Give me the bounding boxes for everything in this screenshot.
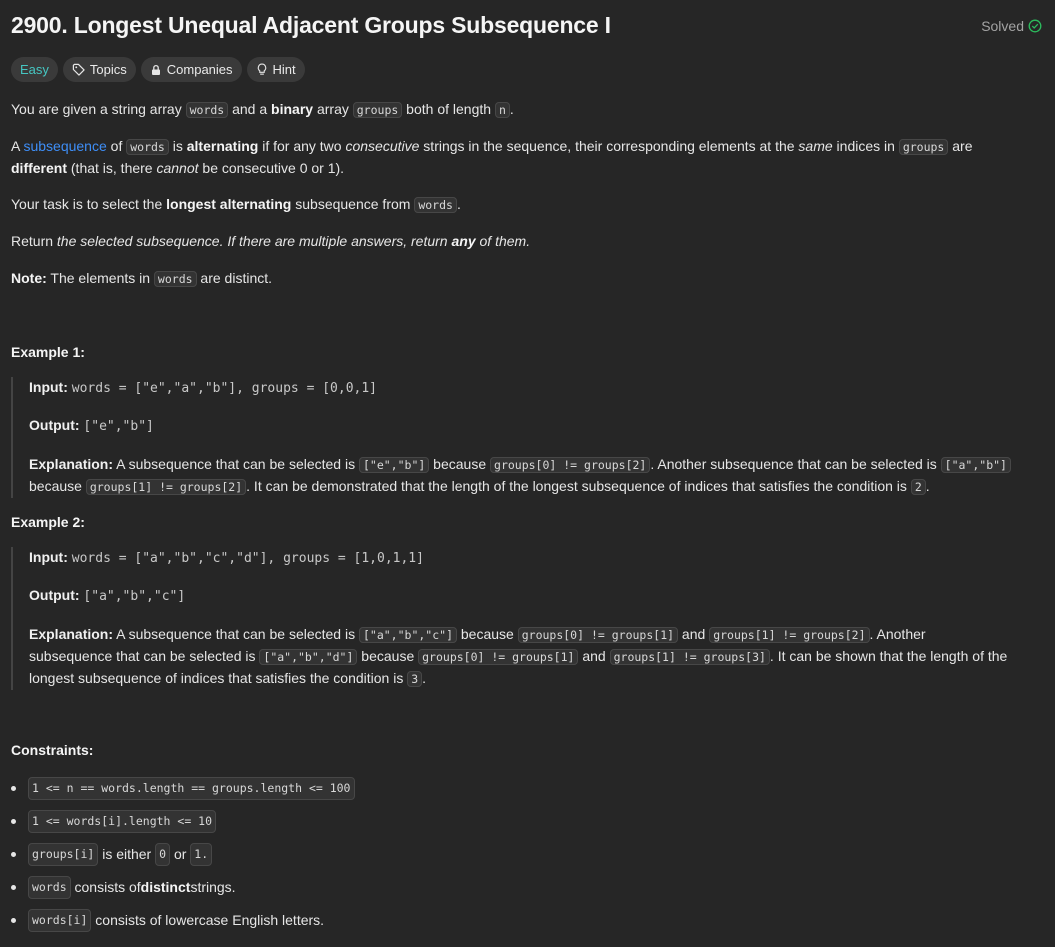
example-2-title: Example 2:	[11, 514, 85, 530]
lock-icon	[151, 64, 160, 75]
companies-label: Companies	[166, 62, 233, 77]
problem-title[interactable]: 2900. Longest Unequal Adjacent Groups Su…	[11, 12, 611, 39]
solved-label: Solved	[981, 18, 1024, 34]
example-1-explanation: Explanation: A subsequence that can be s…	[29, 454, 1045, 498]
constraint-item: 1 <= words[i].length <= 10	[11, 810, 217, 833]
tag-icon	[72, 63, 85, 76]
difficulty-badge: Easy	[11, 57, 58, 82]
description-paragraph-2: A subsequence of words is alternating if…	[11, 138, 973, 176]
description-paragraph-4: Return the selected subsequence. If ther…	[11, 233, 531, 249]
description-paragraph-3: Your task is to select the longest alter…	[11, 196, 461, 213]
hint-label: Hint	[272, 62, 296, 77]
lightbulb-icon	[257, 63, 266, 75]
companies-button[interactable]: Companies	[140, 57, 242, 82]
subsequence-link[interactable]: subsequence	[23, 138, 106, 154]
solved-status: Solved	[981, 18, 1042, 34]
example-1-title: Example 1:	[11, 344, 85, 360]
topics-button[interactable]: Topics	[62, 57, 136, 82]
example-1-output: Output: ["e","b"]	[29, 417, 154, 434]
tag-bar: Easy Topics Companies Hint	[11, 57, 305, 82]
example-2-input: Input: words = ["a","b","c","d"], groups…	[29, 549, 424, 566]
example-1-input: Input: words = ["e","a","b"], groups = […	[29, 379, 378, 396]
constraint-item: words[i] consists of lowercase English l…	[11, 909, 324, 932]
constraint-item: words consists of distinct strings.	[11, 876, 236, 899]
example-2-output: Output: ["a","b","c"]	[29, 587, 186, 604]
check-circle-icon	[1028, 19, 1042, 33]
example-2-block: Input: words = ["a","b","c","d"], groups…	[11, 547, 1045, 690]
constraint-item: 1 <= n == words.length == groups.length …	[11, 777, 355, 800]
constraint-item: groups[i] is either 0 or 1.	[11, 843, 213, 866]
constraints-title: Constraints:	[11, 742, 94, 758]
topics-label: Topics	[89, 62, 127, 77]
example-2-explanation: Explanation: A subsequence that can be s…	[29, 626, 1008, 687]
description-note: Note: The elements in words are distinct…	[11, 270, 273, 287]
description-paragraph-1: You are given a string array words and a…	[11, 101, 514, 118]
problem-description-panel: 2900. Longest Unequal Adjacent Groups Su…	[0, 0, 1055, 947]
example-1-block: Input: words = ["e","a","b"], groups = […	[11, 377, 1045, 498]
hint-button[interactable]: Hint	[246, 57, 305, 82]
difficulty-label: Easy	[20, 62, 49, 77]
